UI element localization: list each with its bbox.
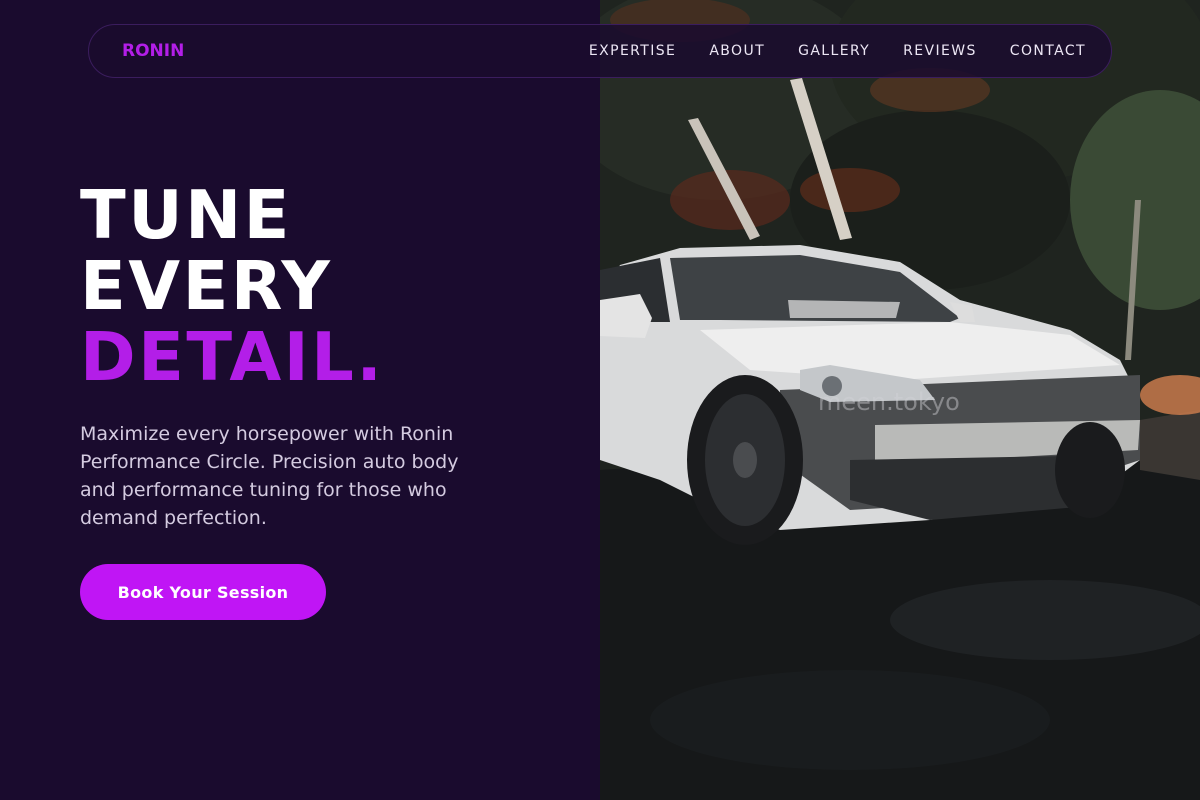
hero-title-accent: DETAIL. bbox=[80, 318, 385, 396]
brand-logo[interactable]: RONIN bbox=[122, 41, 184, 61]
hero-title-line-1: TUNE bbox=[80, 176, 292, 254]
nav-link-about[interactable]: ABOUT bbox=[709, 43, 765, 59]
nav-links: EXPERTISE ABOUT GALLERY REVIEWS CONTACT bbox=[589, 43, 1086, 59]
nav-link-gallery[interactable]: GALLERY bbox=[798, 43, 870, 59]
top-navbar: RONIN EXPERTISE ABOUT GALLERY REVIEWS CO… bbox=[88, 24, 1112, 78]
hero-left-panel bbox=[0, 0, 600, 800]
nav-link-reviews[interactable]: REVIEWS bbox=[903, 43, 977, 59]
hero-title-line-2: EVERY bbox=[80, 247, 333, 325]
hero-description: Maximize every horsepower with Ronin Per… bbox=[80, 423, 459, 529]
nav-link-contact[interactable]: CONTACT bbox=[1010, 43, 1086, 59]
book-session-button[interactable]: Book Your Session bbox=[80, 564, 326, 620]
hero-title: TUNE EVERY DETAIL. bbox=[80, 180, 384, 393]
nav-link-expertise[interactable]: EXPERTISE bbox=[589, 43, 676, 59]
photo-watermark: meen.tokyo bbox=[818, 388, 960, 416]
